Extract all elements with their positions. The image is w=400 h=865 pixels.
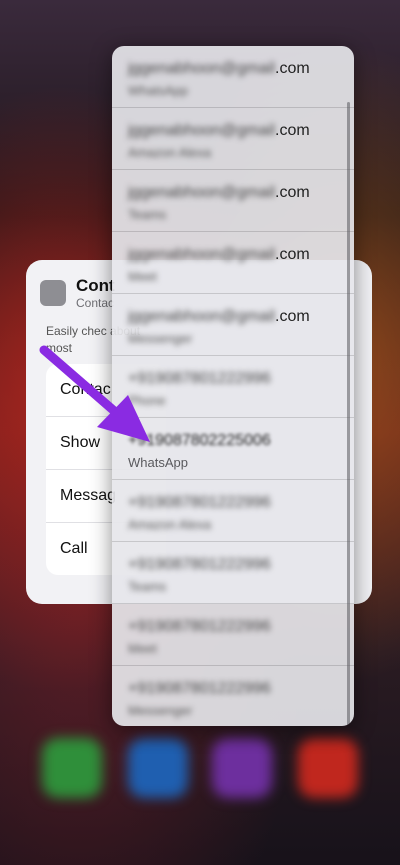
- annotation-arrow-icon: [39, 345, 150, 442]
